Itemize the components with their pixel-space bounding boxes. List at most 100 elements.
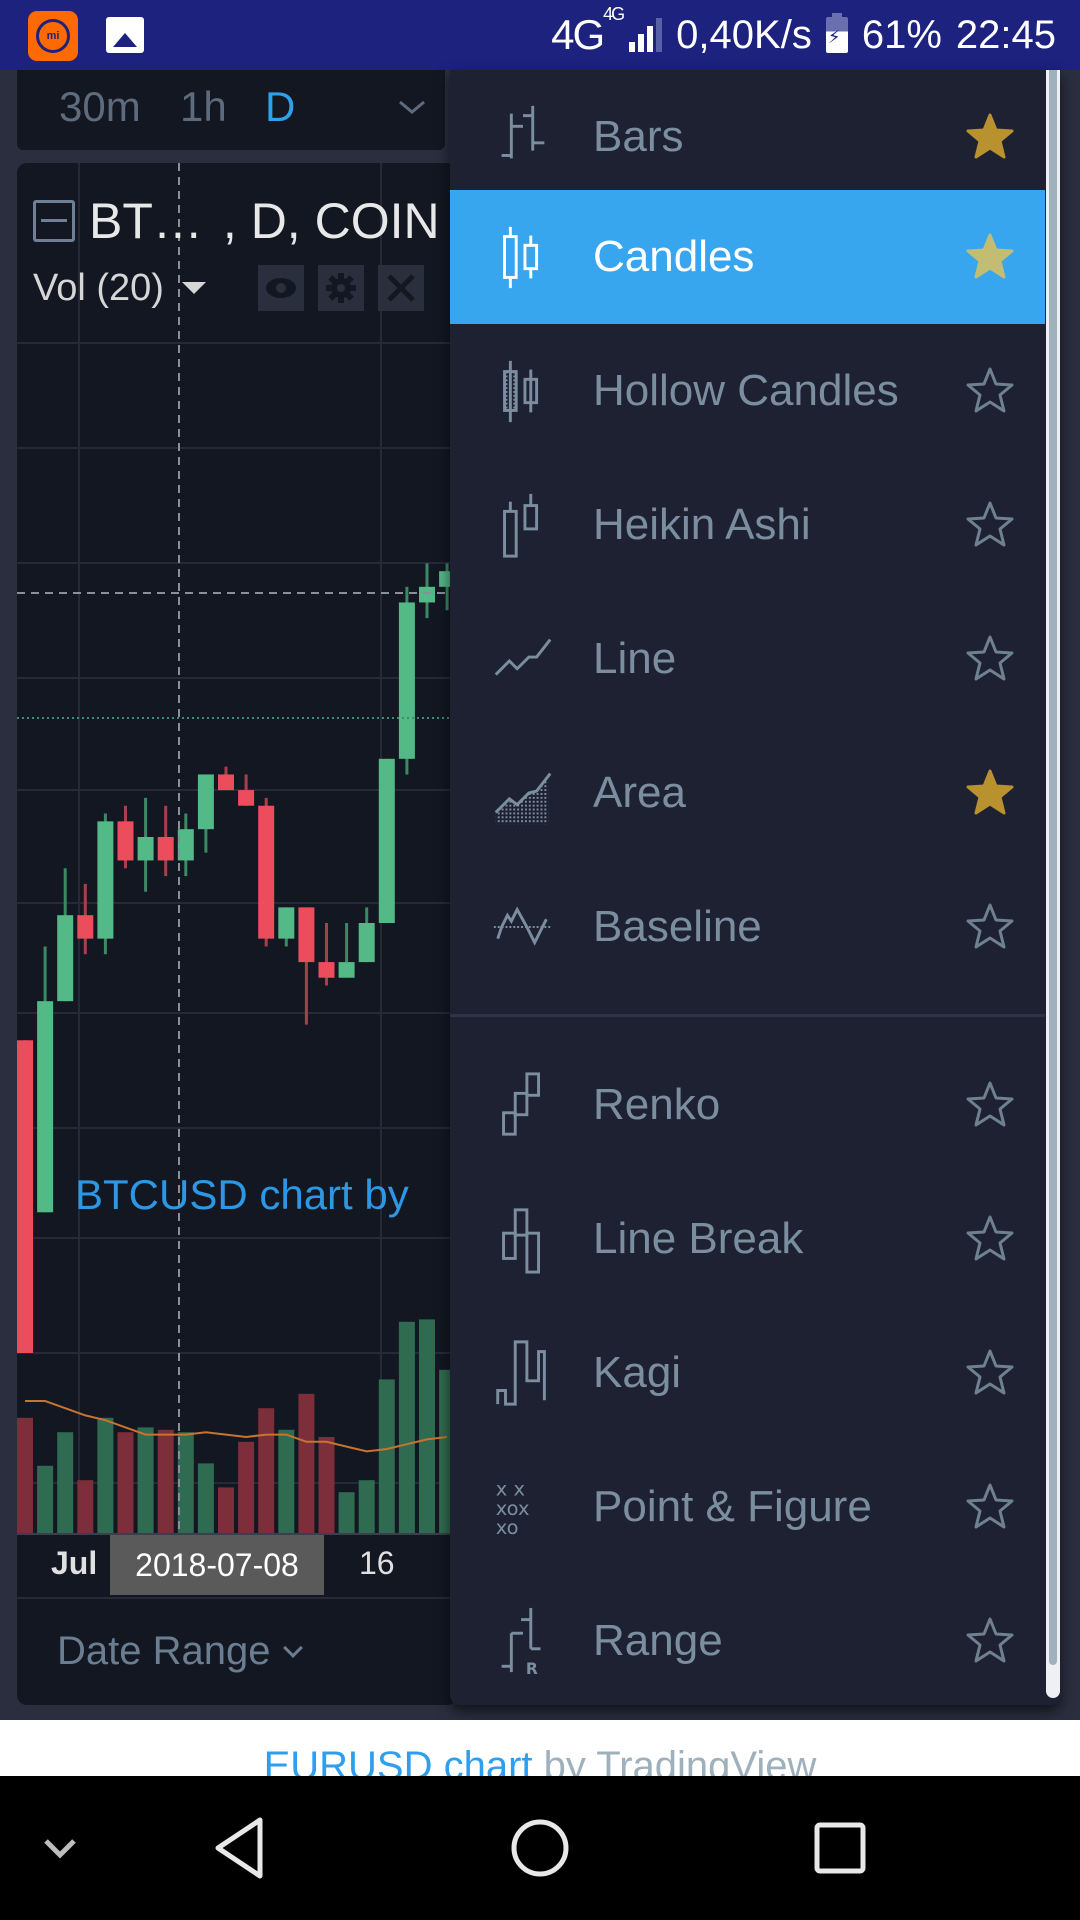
star-outline-icon[interactable] [965, 1214, 1015, 1264]
menu-item-hollow-candles[interactable]: Hollow Candles [450, 324, 1045, 458]
candle-body [258, 805, 275, 939]
menu-item-label: Bars [593, 112, 684, 161]
menu-scrollbar[interactable] [1046, 70, 1060, 1698]
symbol-title[interactable]: BT… [89, 192, 203, 250]
volume-bar [37, 1465, 54, 1533]
menu-item-baseline[interactable]: Baseline [450, 860, 1045, 994]
tick-label: 16 [359, 1545, 395, 1581]
chart-type-menu: Bars Candles Hollow Candles Heikin Ashi … [450, 70, 1060, 1705]
star-outline-icon[interactable] [965, 500, 1015, 550]
menu-item-heikin-ashi[interactable]: Heikin Ashi [450, 458, 1045, 592]
crosshair-date-label: 2018-07-08 [110, 1535, 324, 1595]
candle-body [238, 790, 255, 806]
indicator-label[interactable]: Vol (20) [33, 267, 164, 310]
volume-bar [318, 1437, 335, 1533]
network-type: 4G4G [551, 4, 625, 58]
menu-item-line-break[interactable]: Line Break [450, 1172, 1045, 1306]
price-chart[interactable] [17, 163, 457, 1533]
star-outline-icon[interactable] [965, 902, 1015, 952]
interval-toolbar: 30m 1h D [17, 70, 445, 150]
volume-bar [258, 1408, 275, 1533]
back-icon[interactable] [200, 1776, 280, 1920]
menu-item-label: Heikin Ashi [593, 500, 811, 549]
menu-item-renko[interactable]: Renko [450, 1038, 1045, 1172]
star-filled-icon[interactable] [965, 232, 1015, 282]
svg-text:xo: xo [496, 1516, 519, 1539]
candle-body [117, 821, 134, 861]
menu-item-label: Hollow Candles [593, 366, 899, 415]
chevron-down-icon [283, 1637, 304, 1658]
chart-watermark: BTCUSD chart by [75, 1171, 409, 1218]
tick-label: Jul [51, 1545, 98, 1581]
interval-1h[interactable]: 1h [180, 70, 227, 150]
recents-icon[interactable] [800, 1776, 880, 1920]
candle-body [77, 915, 94, 939]
date-range-bar: Date Range [17, 1597, 457, 1705]
gear-icon[interactable] [317, 265, 364, 311]
volume-bar [419, 1319, 435, 1533]
star-filled-icon[interactable] [965, 112, 1015, 162]
menu-item-range[interactable]: R Range [450, 1574, 1045, 1705]
date-range-button[interactable]: Date Range [57, 1629, 304, 1674]
volume-bar [218, 1487, 234, 1533]
home-icon[interactable] [500, 1776, 580, 1920]
volume-bar [378, 1379, 395, 1533]
hide-nav-icon[interactable] [30, 1776, 90, 1920]
menu-item-point-figure[interactable]: x x xox xo Point & Figure [450, 1440, 1045, 1574]
star-outline-icon[interactable] [965, 1482, 1015, 1532]
candle-body [419, 586, 435, 603]
eye-icon[interactable] [257, 265, 304, 311]
candle-body [358, 923, 375, 963]
volume-bars [17, 1319, 456, 1533]
menu-item-label: Point & Figure [593, 1482, 872, 1531]
star-outline-icon[interactable] [965, 1080, 1015, 1130]
volume-bar [157, 1429, 174, 1533]
indicator-legend: Vol (20) [33, 265, 424, 311]
volume-bar [117, 1432, 134, 1533]
candle-body [57, 915, 74, 1002]
interval-d[interactable]: D [265, 70, 295, 150]
candle-body [338, 962, 355, 978]
candle-body [218, 774, 234, 791]
menu-item-kagi[interactable]: Kagi [450, 1306, 1045, 1440]
scrollbar-thumb[interactable] [1049, 70, 1057, 1665]
star-outline-icon[interactable] [965, 1616, 1015, 1666]
candles [17, 563, 456, 1353]
chart-panel[interactable]: BT… , D, COIN Vol (20) BTCUSD chart by J… [17, 163, 457, 1705]
menu-item-label: Kagi [593, 1348, 682, 1397]
area-icon [494, 772, 552, 825]
candle-body [318, 962, 335, 978]
time-axis[interactable]: Jul 2018-07-08 16 [17, 1533, 457, 1595]
footer-suffix: by TradingView [532, 1744, 817, 1776]
candle-body [197, 774, 214, 830]
status-bar: mi 4G4G 0,40K/s 61% 22:45 [0, 0, 1080, 70]
volume-bar [77, 1480, 94, 1533]
hollow-candles-icon [503, 360, 539, 423]
eurusd-chart-link[interactable]: EURUSD chart [264, 1744, 533, 1776]
collapse-legend-icon[interactable] [33, 200, 75, 242]
menu-item-bars[interactable]: Bars [450, 70, 1045, 204]
volume-bar [358, 1480, 375, 1533]
line-icon [494, 638, 552, 676]
menu-item-area[interactable]: Area [450, 726, 1045, 860]
menu-item-candles[interactable]: Candles [450, 190, 1045, 324]
battery-charging-icon [825, 13, 848, 53]
star-outline-icon[interactable] [965, 634, 1015, 684]
volume-bar [137, 1427, 154, 1533]
menu-divider [450, 1014, 1045, 1017]
interval-30m[interactable]: 30m [59, 70, 141, 150]
menu-item-label: Area [593, 768, 686, 817]
menu-item-line[interactable]: Line [450, 592, 1045, 726]
candle-body [137, 837, 154, 861]
candle-body [298, 907, 315, 963]
star-filled-icon[interactable] [965, 768, 1015, 818]
star-outline-icon[interactable] [965, 1348, 1015, 1398]
battery-level: 61% [861, 12, 942, 57]
chevron-down-icon[interactable] [397, 98, 427, 118]
page-footer: EURUSD chart by TradingView [0, 1720, 1080, 1776]
star-outline-icon[interactable] [965, 366, 1015, 416]
caret-down-icon[interactable] [181, 282, 206, 294]
close-icon[interactable] [377, 265, 424, 311]
volume-bar [298, 1393, 315, 1533]
clock: 22:45 [955, 12, 1056, 57]
